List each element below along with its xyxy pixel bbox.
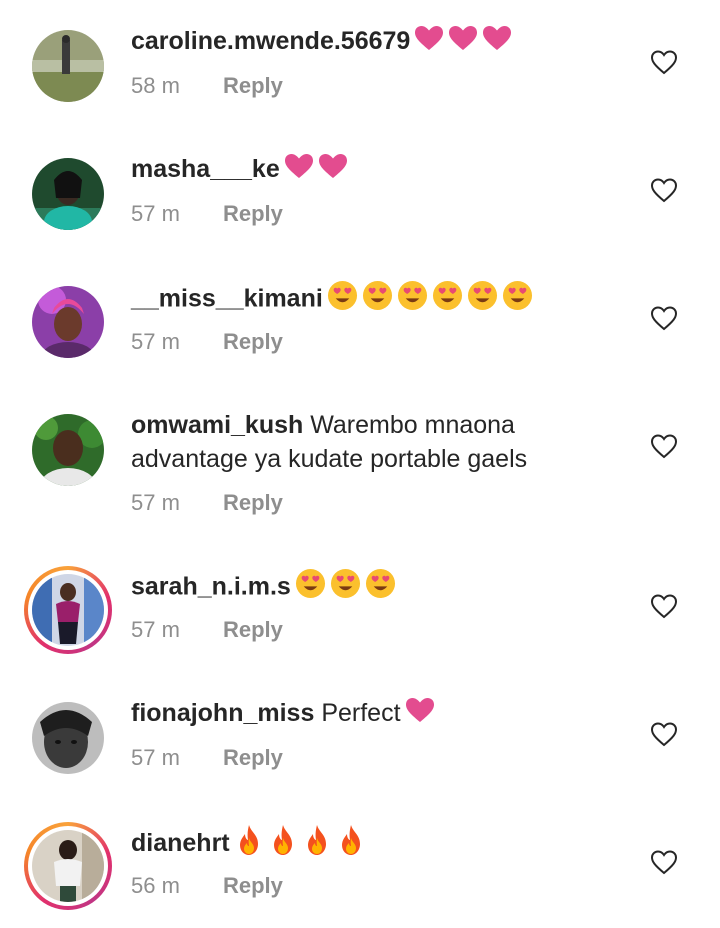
- heart-eyes-icon: [327, 280, 358, 320]
- pink-heart-icon: [318, 153, 348, 188]
- comment-timestamp: 58 m: [131, 73, 180, 98]
- reply-button[interactable]: Reply: [223, 73, 283, 98]
- comment-message: Perfect: [321, 699, 401, 727]
- comment-body: sarah_n.i.m.s: [131, 568, 611, 608]
- pink-heart-icon: [284, 153, 314, 188]
- comment-meta: 57 m Reply: [131, 744, 283, 772]
- reply-button[interactable]: Reply: [223, 329, 283, 354]
- comment-body: fionajohn_miss Perfect: [131, 696, 611, 732]
- avatar[interactable]: [32, 30, 104, 102]
- avatar-ring-gap: [28, 826, 108, 906]
- avatar[interactable]: [32, 414, 104, 486]
- avatar-photo: [32, 30, 104, 102]
- avatar: [32, 830, 104, 902]
- pink-heart-icon: [414, 25, 444, 60]
- heart-eyes-icon: [295, 568, 326, 608]
- avatar: [32, 574, 104, 646]
- reply-button[interactable]: Reply: [223, 745, 283, 770]
- comment-timestamp: 56 m: [131, 873, 180, 898]
- emoji-group: [234, 824, 370, 865]
- heart-eyes-icon: [362, 280, 393, 320]
- comment-username[interactable]: caroline.mwende.56679: [131, 27, 410, 55]
- heart-eyes-icon: [502, 280, 533, 320]
- like-heart-icon[interactable]: [650, 305, 678, 331]
- comment-username[interactable]: sarah_n.i.m.s: [131, 573, 291, 601]
- comment-username[interactable]: masha___ke: [131, 155, 280, 183]
- emoji-group: [327, 280, 537, 320]
- heart-eyes-icon: [330, 568, 361, 608]
- avatar[interactable]: [32, 158, 104, 230]
- comment-meta: 58 m Reply: [131, 72, 283, 100]
- avatar-photo: [32, 830, 104, 902]
- comment-meta: 57 m Reply: [131, 489, 283, 517]
- comment-timestamp: 57 m: [131, 745, 180, 770]
- fire-icon: [302, 824, 332, 865]
- avatar-photo: [32, 414, 104, 486]
- comment-meta: 56 m Reply: [131, 872, 283, 900]
- emoji-group: [405, 696, 439, 732]
- comment-meta: 57 m Reply: [131, 200, 283, 228]
- comment-timestamp: 57 m: [131, 490, 180, 515]
- reply-button[interactable]: Reply: [223, 490, 283, 515]
- pink-heart-icon: [405, 697, 435, 732]
- emoji-group: [295, 568, 400, 608]
- like-heart-icon[interactable]: [650, 593, 678, 619]
- comment-meta: 57 m Reply: [131, 616, 283, 644]
- like-heart-icon[interactable]: [650, 49, 678, 75]
- like-heart-icon[interactable]: [650, 177, 678, 203]
- comment-body: caroline.mwende.56679: [131, 24, 611, 60]
- avatar-photo: [32, 158, 104, 230]
- emoji-group: [414, 24, 516, 60]
- reply-button[interactable]: Reply: [223, 873, 283, 898]
- avatar-photo: [32, 286, 104, 358]
- avatar-story-ring[interactable]: [24, 566, 112, 654]
- reply-button[interactable]: Reply: [223, 617, 283, 642]
- avatar[interactable]: [32, 286, 104, 358]
- emoji-group: [284, 152, 352, 188]
- pink-heart-icon: [482, 25, 512, 60]
- comment-username[interactable]: dianehrt: [131, 829, 230, 857]
- heart-eyes-icon: [365, 568, 396, 608]
- fire-icon: [268, 824, 298, 865]
- comment-body: masha___ke: [131, 152, 611, 188]
- comment-meta: 57 m Reply: [131, 328, 283, 356]
- heart-eyes-icon: [397, 280, 428, 320]
- comment-username[interactable]: fionajohn_miss: [131, 699, 314, 727]
- like-heart-icon[interactable]: [650, 721, 678, 747]
- fire-icon: [336, 824, 366, 865]
- fire-icon: [234, 824, 264, 865]
- comment-username[interactable]: omwami_kush: [131, 411, 303, 439]
- avatar-story-ring[interactable]: [24, 822, 112, 910]
- heart-eyes-icon: [467, 280, 498, 320]
- heart-eyes-icon: [432, 280, 463, 320]
- comment-body: omwami_kush Warembo mnaona advantage ya …: [131, 408, 611, 476]
- avatar-photo: [32, 702, 104, 774]
- pink-heart-icon: [448, 25, 478, 60]
- avatar-photo: [32, 574, 104, 646]
- comment-timestamp: 57 m: [131, 201, 180, 226]
- comment-username[interactable]: __miss__kimani: [131, 285, 323, 313]
- reply-button[interactable]: Reply: [223, 201, 283, 226]
- comment-timestamp: 57 m: [131, 617, 180, 642]
- avatar-ring-gap: [28, 570, 108, 650]
- comment-timestamp: 57 m: [131, 329, 180, 354]
- like-heart-icon[interactable]: [650, 849, 678, 875]
- comment-body: dianehrt: [131, 824, 611, 865]
- avatar[interactable]: [32, 702, 104, 774]
- like-heart-icon[interactable]: [650, 433, 678, 459]
- comment-body: __miss__kimani: [131, 280, 611, 320]
